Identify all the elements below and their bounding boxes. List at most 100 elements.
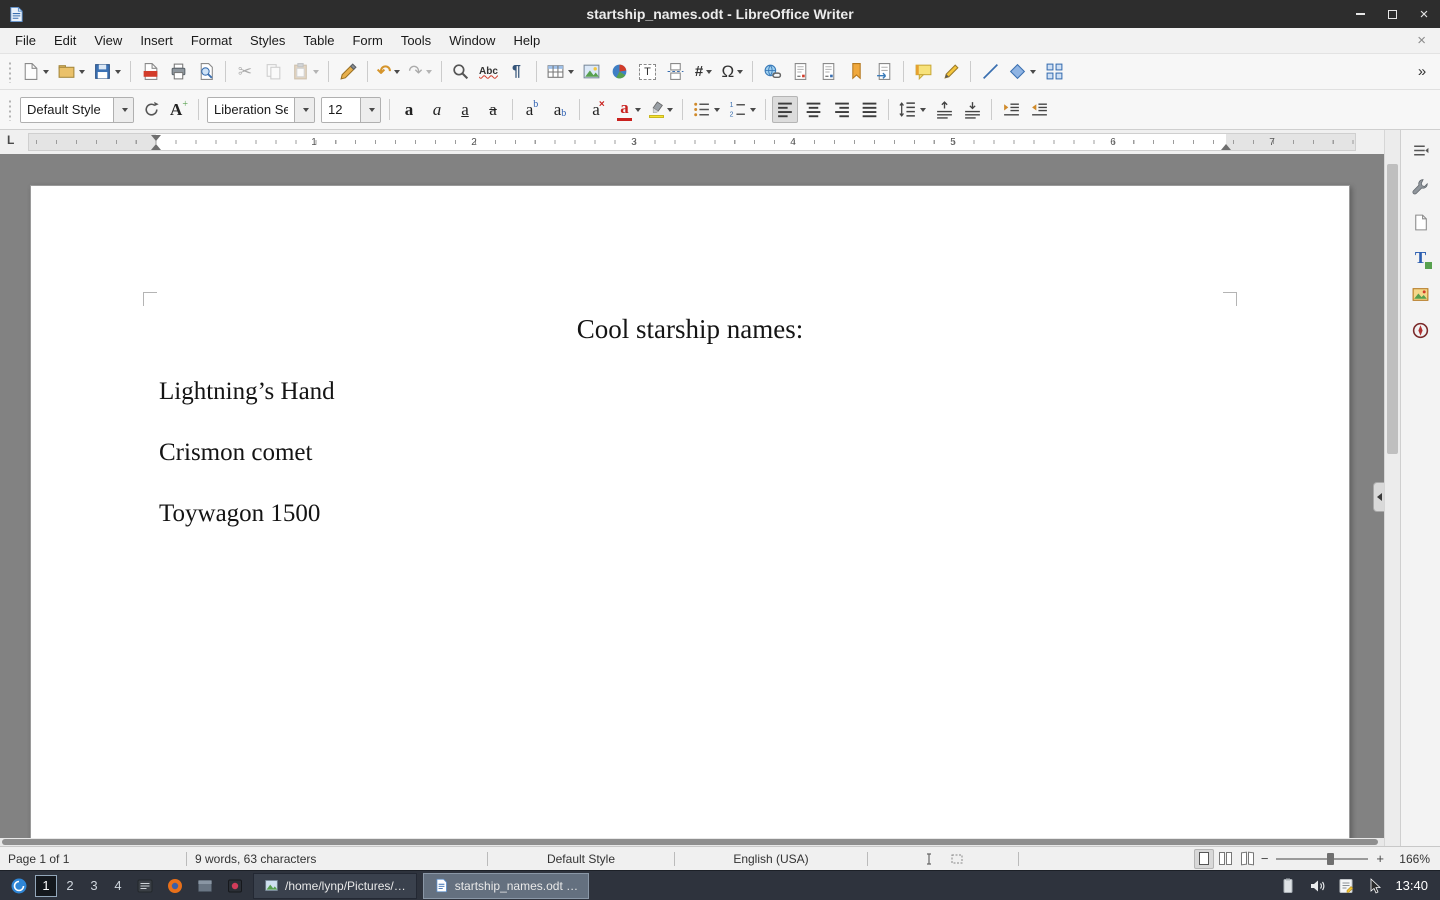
insert-comment-button[interactable] [910, 58, 936, 85]
notes-tray-icon[interactable] [1337, 877, 1355, 895]
volume-icon[interactable] [1308, 877, 1326, 895]
save-button[interactable] [90, 58, 124, 85]
redo-button[interactable]: ↷ [405, 58, 434, 85]
menu-styles[interactable]: Styles [241, 29, 294, 52]
spelling-button[interactable]: Abc [476, 58, 502, 85]
close-button[interactable]: × [1416, 6, 1432, 22]
subscript-button[interactable]: ab [547, 96, 573, 123]
horizontal-scrollbar[interactable] [0, 838, 1384, 846]
word-count-status[interactable]: 9 words, 63 characters [187, 847, 487, 870]
font-color-button[interactable]: a [614, 96, 644, 123]
open-button[interactable] [54, 58, 88, 85]
ruler-strip[interactable]: 1 2 3 4 5 6 7 [28, 133, 1356, 151]
sidebar-styles-button[interactable]: T [1405, 242, 1437, 274]
vertical-scrollbar[interactable] [1384, 130, 1400, 846]
menu-format[interactable]: Format [182, 29, 241, 52]
font-name-dropdown-button[interactable] [294, 98, 314, 122]
insert-cross-reference-button[interactable] [871, 58, 897, 85]
underline-button[interactable]: a [452, 96, 478, 123]
paragraph-style-dropdown-button[interactable] [113, 98, 133, 122]
menu-tools[interactable]: Tools [392, 29, 440, 52]
launcher-file-manager[interactable] [192, 873, 218, 899]
increase-indent-button[interactable] [998, 96, 1024, 123]
copy-button[interactable] [260, 58, 286, 85]
menu-insert[interactable]: Insert [131, 29, 182, 52]
cut-button[interactable]: ✂ [232, 58, 258, 85]
tab-stop-type-selector[interactable]: L [7, 134, 14, 146]
launcher-terminal[interactable] [132, 873, 158, 899]
font-size-dropdown-button[interactable] [360, 98, 380, 122]
doc-heading[interactable]: Cool starship names: [159, 312, 1221, 347]
increase-paragraph-spacing-button[interactable] [931, 96, 957, 123]
clear-formatting-button[interactable]: a× [586, 96, 612, 123]
applications-menu-button[interactable] [7, 874, 31, 898]
document-area[interactable]: Cool starship names: Lightning’s Hand Cr… [0, 154, 1384, 838]
align-right-button[interactable] [828, 96, 854, 123]
menu-help[interactable]: Help [504, 29, 549, 52]
decrease-paragraph-spacing-button[interactable] [959, 96, 985, 123]
update-style-button[interactable] [138, 96, 164, 123]
book-view-button[interactable] [1238, 849, 1258, 869]
print-preview-button[interactable] [193, 58, 219, 85]
multi-page-view-button[interactable] [1216, 849, 1236, 869]
clone-formatting-button[interactable] [335, 58, 361, 85]
menu-form[interactable]: Form [343, 29, 391, 52]
launcher-firefox[interactable] [162, 873, 188, 899]
track-changes-button[interactable] [938, 58, 964, 85]
toolbar-grip[interactable] [6, 99, 13, 121]
sidebar-gallery-button[interactable] [1405, 278, 1437, 310]
new-style-button[interactable]: A+ [166, 96, 192, 123]
clock[interactable]: 13:40 [1395, 878, 1428, 893]
insert-table-button[interactable] [543, 58, 577, 85]
zoom-out-button[interactable]: − [1259, 851, 1271, 866]
workspace-2-button[interactable]: 2 [59, 875, 81, 897]
ordered-list-button[interactable]: 12 [725, 96, 759, 123]
insert-endnote-button[interactable] [815, 58, 841, 85]
workspace-3-button[interactable]: 3 [83, 875, 105, 897]
sidebar-settings-button[interactable] [1405, 134, 1437, 166]
pointer-tray-icon[interactable] [1366, 877, 1384, 895]
taskbar-window-pictures[interactable]: /home/lynp/Pictures/… [253, 873, 417, 899]
insert-special-character-button[interactable]: Ω [719, 58, 747, 85]
page-number-status[interactable]: Page 1 of 1 [0, 847, 186, 870]
insert-chart-button[interactable] [607, 58, 633, 85]
workspace-1-button[interactable]: 1 [35, 875, 57, 897]
text-area[interactable]: Cool starship names: Lightning’s Hand Cr… [31, 186, 1349, 531]
insert-textbox-button[interactable]: T [635, 58, 661, 85]
paste-button[interactable] [288, 58, 322, 85]
sidebar-properties-button[interactable] [1405, 170, 1437, 202]
superscript-button[interactable]: ab [519, 96, 545, 123]
strikethrough-button[interactable]: a [480, 96, 506, 123]
page-style-status[interactable]: Default Style [488, 847, 674, 870]
language-status[interactable]: English (USA) [675, 847, 867, 870]
zoom-level[interactable]: 166% [1386, 847, 1440, 870]
horizontal-scrollbar-thumb[interactable] [2, 839, 1378, 845]
highlight-color-button[interactable] [646, 96, 676, 123]
sidebar-navigator-button[interactable] [1405, 314, 1437, 346]
workspace-4-button[interactable]: 4 [107, 875, 129, 897]
restore-button[interactable] [1384, 6, 1400, 22]
menubar-close-button[interactable]: × [1409, 32, 1434, 49]
doc-paragraph[interactable]: Toywagon 1500 [159, 497, 1221, 531]
paragraph-style-input[interactable] [21, 98, 113, 122]
toolbar-grip[interactable] [6, 61, 13, 83]
minimize-button[interactable] [1352, 6, 1368, 22]
bold-button[interactable]: a [396, 96, 422, 123]
insert-page-break-button[interactable] [663, 58, 689, 85]
insert-hyperlink-button[interactable] [759, 58, 785, 85]
page[interactable]: Cool starship names: Lightning’s Hand Cr… [30, 185, 1350, 838]
unordered-list-button[interactable] [689, 96, 723, 123]
right-indent-marker[interactable] [1221, 144, 1231, 150]
line-spacing-button[interactable] [895, 96, 929, 123]
horizontal-ruler[interactable]: L 1 2 3 4 5 6 7 [0, 130, 1384, 154]
launcher-media-app[interactable] [222, 873, 248, 899]
zoom-in-button[interactable]: + [1374, 851, 1386, 866]
align-left-button[interactable] [772, 96, 798, 123]
undo-button[interactable]: ↶ [374, 58, 403, 85]
toolbar-overflow-button[interactable]: » [1409, 58, 1435, 85]
menu-file[interactable]: File [6, 29, 45, 52]
sidebar-page-button[interactable] [1405, 206, 1437, 238]
show-draw-functions-button[interactable] [1041, 58, 1067, 85]
zoom-slider[interactable] [1276, 858, 1368, 860]
menu-edit[interactable]: Edit [45, 29, 85, 52]
